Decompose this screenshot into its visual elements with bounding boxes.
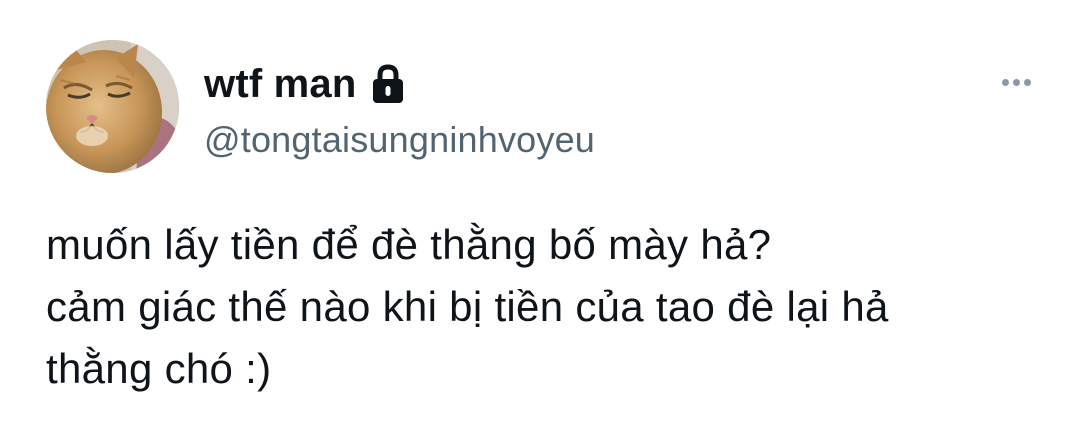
tweet-line: cảm giác thế nào khi bị tiền của tao đè … xyxy=(46,283,889,330)
more-horizontal-icon xyxy=(1001,78,1009,86)
tweet-card: wtf man @tongtaisungninhvoyeu muốn lấy t… xyxy=(0,0,1080,432)
display-name[interactable]: wtf man xyxy=(204,64,357,104)
display-name-row: wtf man xyxy=(204,60,405,108)
tweet-line: thằng chó :) xyxy=(46,345,272,392)
more-options-button[interactable] xyxy=(994,68,1038,96)
tweet-text: muốn lấy tiền để đè thằng bố mày hả? cảm… xyxy=(46,214,1056,400)
cat-avatar-icon xyxy=(46,40,179,173)
avatar[interactable] xyxy=(46,40,179,173)
more-dot xyxy=(1012,78,1020,86)
user-handle[interactable]: @tongtaisungninhvoyeu xyxy=(204,118,595,161)
lock-icon xyxy=(371,64,405,104)
more-dot xyxy=(1023,78,1031,86)
tweet-line: muốn lấy tiền để đè thằng bố mày hả? xyxy=(46,221,772,268)
